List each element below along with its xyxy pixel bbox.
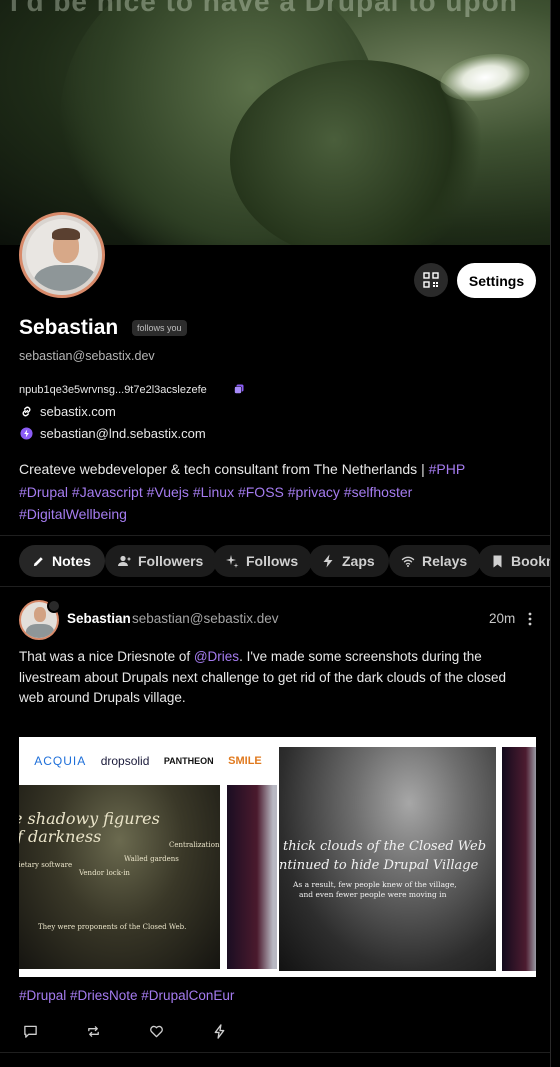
like-button[interactable]: [148, 1023, 164, 1039]
slide-title: e shadowy figures: [19, 809, 160, 828]
tab-bookmarks[interactable]: Bookm: [478, 545, 550, 577]
bookmark-icon: [490, 554, 504, 568]
profile-tabs: Notes Followers Follows Zaps Relays Book: [0, 535, 550, 587]
profile-nip05: sebastian@sebastix.dev: [19, 349, 155, 363]
slide-caption: and even fewer people were moving in: [299, 890, 447, 899]
tab-zaps[interactable]: Zaps: [309, 545, 389, 577]
tab-label: Follows: [246, 553, 299, 569]
note-mention[interactable]: @Dries: [194, 649, 239, 664]
qr-code-icon: [423, 272, 439, 288]
sponsor-logo: PANTHEON: [163, 756, 214, 766]
slide-title: f darkness: [19, 827, 102, 846]
about-tag[interactable]: #PHP: [429, 461, 466, 477]
note-image-2[interactable]: thick clouds of the Closed Web ntinued t…: [279, 737, 536, 977]
sponsor-logos: ACQUIA dropsolid PANTHEON SMILE: [19, 737, 277, 785]
sponsor-logo: dropsolid: [100, 754, 150, 768]
tab-label: Notes: [52, 553, 91, 569]
note-text-part: That was a nice Driesnote of: [19, 649, 194, 664]
tab-label: Followers: [138, 553, 204, 569]
slide-word: Walled gardens: [124, 855, 179, 863]
bolt-icon: [321, 554, 335, 568]
profile-about: Createve webdeveloper & tech consultant …: [19, 458, 534, 526]
users-icon: [117, 554, 131, 568]
about-tag[interactable]: #Javascript: [72, 484, 143, 500]
note-actions: [22, 1023, 274, 1039]
tab-relays[interactable]: Relays: [389, 545, 482, 577]
tab-followers[interactable]: Followers: [105, 545, 218, 577]
profile-avatar[interactable]: [19, 212, 105, 298]
lightning-row[interactable]: sebastian@lnd.sebastix.com: [19, 426, 206, 441]
reply-button[interactable]: [22, 1023, 38, 1039]
speaker-photo: [227, 785, 277, 969]
shadowy-figures-painting: e shadowy figures f darkness Centralizat…: [19, 785, 220, 969]
follows-you-badge: follows you: [132, 320, 187, 336]
tab-label: Bookm: [511, 553, 550, 569]
qr-code-button[interactable]: [414, 263, 448, 297]
profile-banner: I'd be nice to have a Drupal to upon: [0, 0, 550, 245]
note-timestamp: 20m: [489, 611, 516, 626]
note-author-handle: sebastian@sebastix.dev: [132, 611, 279, 626]
about-tag[interactable]: #Drupal: [19, 484, 68, 500]
slide-word: Vendor lock-in: [79, 869, 130, 877]
note-author-name[interactable]: Sebastian: [67, 611, 131, 626]
banner-text: I'd be nice to have a Drupal to upon: [10, 0, 518, 17]
about-tag[interactable]: #selfhoster: [344, 484, 412, 500]
storm-clouds-painting: thick clouds of the Closed Web ntinued t…: [279, 747, 496, 971]
comment-icon: [23, 1025, 37, 1038]
pencil-icon: [31, 554, 45, 568]
about-tag[interactable]: #DigitalWellbeing: [19, 506, 127, 522]
website-row[interactable]: sebastix.com: [19, 404, 116, 419]
note-content: That was a nice Driesnote of @Dries. I'v…: [19, 647, 531, 709]
slide-caption: As a result, few people knew of the vill…: [293, 880, 457, 889]
tab-label: Zaps: [342, 553, 375, 569]
sponsor-logo: SMILE: [228, 755, 262, 767]
copy-icon[interactable]: [234, 384, 244, 394]
about-tag[interactable]: #Vuejs: [147, 484, 189, 500]
lightning-address[interactable]: sebastian@lnd.sebastix.com: [40, 426, 206, 441]
slide-word: Centralization: [169, 841, 220, 849]
settings-button[interactable]: Settings: [457, 263, 536, 298]
sponsor-logo: ACQUIA: [34, 754, 87, 768]
link-icon: [19, 405, 33, 419]
note-avatar-badge: [47, 599, 61, 613]
about-tag[interactable]: #FOSS: [238, 484, 284, 500]
profile-npub: npub1qe3e5wrvnsg...9t7e2l3acslezefe: [19, 384, 207, 396]
note-hashtags[interactable]: #Drupal #DriesNote #DrupalConEur: [19, 988, 234, 1003]
slide-word: rietary software: [19, 861, 73, 869]
slide-title: ntinued to hide Drupal Village: [279, 858, 479, 873]
wifi-icon: [401, 554, 415, 568]
sparkle-icon: [225, 554, 239, 568]
profile-name: Sebastian: [19, 316, 119, 339]
profile-page: I'd be nice to have a Drupal to upon Set…: [0, 0, 551, 1067]
tab-label: Relays: [422, 553, 468, 569]
repost-icon: [87, 1025, 99, 1037]
slide-title: thick clouds of the Closed Web: [283, 839, 487, 854]
note-image-gallery[interactable]: ACQUIA dropsolid PANTHEON SMILE e shadow…: [19, 737, 550, 977]
zap-button[interactable]: [211, 1023, 227, 1039]
website-link[interactable]: sebastix.com: [40, 404, 116, 419]
note-image-1[interactable]: ACQUIA dropsolid PANTHEON SMILE e shadow…: [19, 737, 277, 977]
repost-button[interactable]: [85, 1023, 101, 1039]
bolt-icon: [214, 1023, 224, 1039]
speaker-photo: [502, 747, 536, 971]
about-tag[interactable]: #Linux: [193, 484, 234, 500]
lightning-icon: [19, 427, 33, 441]
more-options-icon[interactable]: [524, 611, 536, 627]
slide-caption: They were proponents of the Closed Web.: [38, 923, 187, 931]
heart-icon: [149, 1025, 163, 1037]
about-tag[interactable]: #privacy: [288, 484, 340, 500]
about-text: Createve webdeveloper & tech consultant …: [19, 461, 429, 477]
tab-follows[interactable]: Follows: [213, 545, 313, 577]
tab-notes[interactable]: Notes: [19, 545, 105, 577]
